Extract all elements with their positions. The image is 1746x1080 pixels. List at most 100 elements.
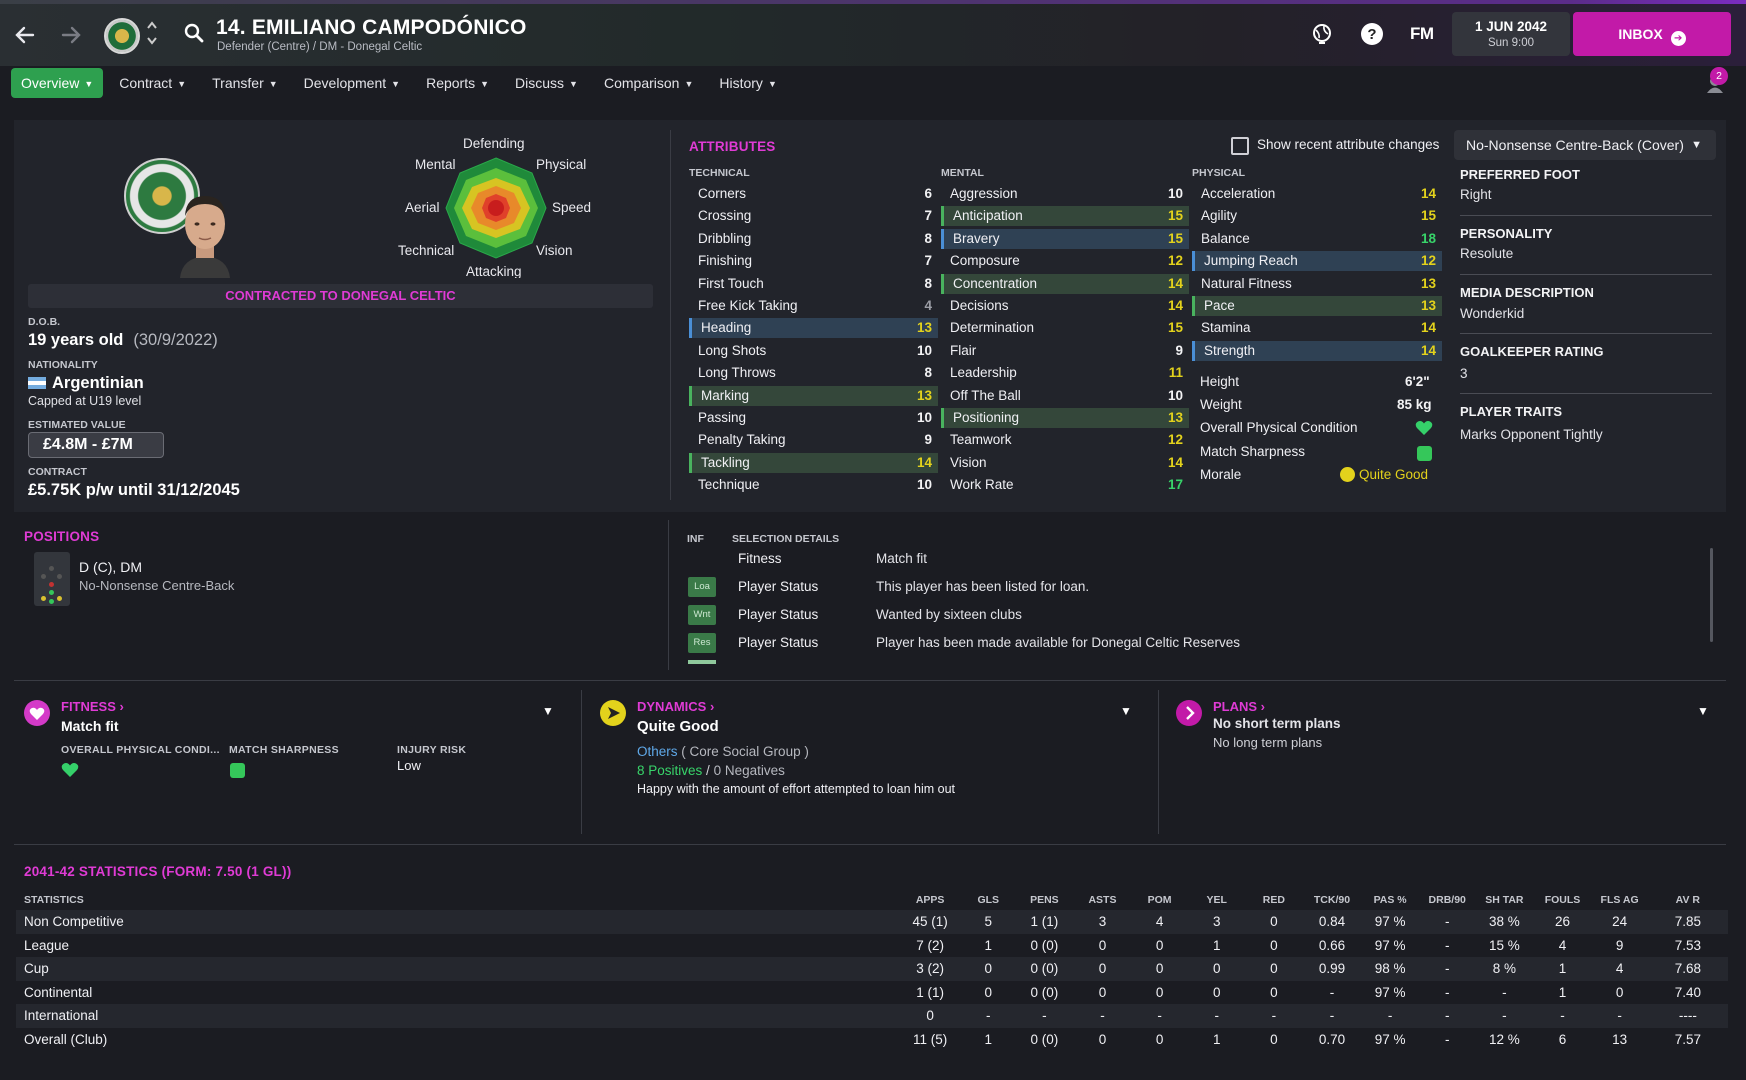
attribute-row-tackling[interactable]: Tackling 14 xyxy=(689,452,938,473)
fm-logo[interactable]: FM xyxy=(1410,24,1434,44)
statistics-title[interactable]: 2041-42 STATISTICS (FORM: 7.50 (1 GL)) xyxy=(24,864,291,879)
search-icon[interactable] xyxy=(183,22,205,44)
table-row[interactable]: League 7 (2) 1 0 (0) 0 0 1 0 0.66 97 % - 15 % 4 9 7.53 xyxy=(16,934,1728,958)
attribute-row-positioning[interactable]: Positioning 13 xyxy=(941,408,1189,428)
fitness-card-title[interactable]: FITNESS › xyxy=(61,699,124,714)
tab-overview[interactable]: Overview ▼ xyxy=(11,68,104,98)
tab-comparison[interactable]: Comparison ▼ xyxy=(594,68,703,98)
attribute-row-off-the-ball[interactable]: Off The Ball 10 xyxy=(941,386,1189,406)
attribute-row-vision[interactable]: Vision 14 xyxy=(941,453,1189,473)
stats-column-header[interactable]: AV R xyxy=(1648,890,1728,910)
selection-scrollbar[interactable] xyxy=(1710,548,1713,642)
attribute-row-penalty-taking[interactable]: Penalty Taking 9 xyxy=(689,430,938,450)
estimated-value[interactable]: £4.8M - £7M xyxy=(28,432,164,458)
stats-column-header[interactable]: TCK/90 xyxy=(1303,890,1361,910)
stats-column-header[interactable]: FLS AG xyxy=(1592,890,1648,910)
attribute-row-teamwork[interactable]: Teamwork 12 xyxy=(941,430,1189,450)
tab-transfer[interactable]: Transfer ▼ xyxy=(202,68,288,98)
attribute-row-passing[interactable]: Passing 10 xyxy=(689,408,938,428)
tab-discuss[interactable]: Discuss ▼ xyxy=(505,68,588,98)
globe-icon[interactable] xyxy=(1310,22,1334,46)
stats-column-header[interactable]: FOULS xyxy=(1533,890,1591,910)
stats-column-header[interactable]: GLS xyxy=(962,890,1014,910)
forward-arrow-icon[interactable] xyxy=(58,22,84,48)
attribute-row-jumping-reach[interactable]: Jumping Reach 12 xyxy=(1192,251,1442,272)
stats-column-header[interactable]: PAS % xyxy=(1361,890,1419,910)
tab-history[interactable]: History ▼ xyxy=(709,68,786,98)
attribute-row-work-rate[interactable]: Work Rate 17 xyxy=(941,475,1189,495)
attribute-row-leadership[interactable]: Leadership 11 xyxy=(941,363,1189,383)
stats-column-header[interactable]: APPS xyxy=(898,890,962,910)
plans-card-title[interactable]: PLANS › xyxy=(1213,699,1265,714)
attribute-row-concentration[interactable]: Concentration 14 xyxy=(941,273,1189,294)
help-icon[interactable]: ? xyxy=(1360,22,1384,46)
attribute-row-dribbling[interactable]: Dribbling 8 xyxy=(689,229,938,249)
stats-column-header[interactable]: SH TAR xyxy=(1475,890,1533,910)
personality-value[interactable]: Resolute xyxy=(1460,246,1513,261)
stats-cell: ---- xyxy=(1647,1004,1728,1028)
attribute-row-crossing[interactable]: Crossing 7 xyxy=(689,206,938,226)
attribute-row-long-shots[interactable]: Long Shots 10 xyxy=(689,341,938,361)
attribute-row-marking[interactable]: Marking 13 xyxy=(689,385,938,406)
date-box[interactable]: 1 JUN 2042 Sun 9:00 xyxy=(1452,12,1570,56)
stats-column-header[interactable]: POM xyxy=(1131,890,1189,910)
player-switch-arrows-icon[interactable] xyxy=(146,20,158,48)
attribute-row-stamina[interactable]: Stamina 14 xyxy=(1192,318,1442,338)
table-row[interactable]: Overall (Club) 11 (5) 1 0 (0) 0 0 1 0 0.70 97 % - 1… xyxy=(16,1028,1728,1052)
chevron-down-icon[interactable]: ▼ xyxy=(1120,704,1132,718)
chevron-down-icon[interactable]: ▼ xyxy=(1697,704,1709,718)
attribute-row-strength[interactable]: Strength 14 xyxy=(1192,340,1442,361)
attribute-row-anticipation[interactable]: Anticipation 15 xyxy=(941,206,1189,227)
attribute-row-composure[interactable]: Composure 12 xyxy=(941,251,1189,271)
chevron-down-icon: ▼ xyxy=(480,79,490,89)
attribute-row-agility[interactable]: Agility 15 xyxy=(1192,206,1442,226)
attribute-row-acceleration[interactable]: Acceleration 14 xyxy=(1192,184,1442,204)
attribute-row-first-touch[interactable]: First Touch 8 xyxy=(689,274,938,294)
inbox-button[interactable]: INBOX ➔ xyxy=(1573,12,1731,56)
role-select-dropdown[interactable]: No-Nonsense Centre-Back (Cover) ▼ xyxy=(1454,130,1716,160)
attribute-row-long-throws[interactable]: Long Throws 8 xyxy=(689,363,938,383)
table-row[interactable]: Non Competitive 45 (1) 5 1 (1) 3 4 3 0 0.84 97 % -… xyxy=(16,910,1728,934)
selection-row[interactable]: Wnt Player Status Wanted by sixteen clubs xyxy=(686,602,1706,628)
social-group-link[interactable]: Others xyxy=(637,744,678,759)
attribute-row-heading[interactable]: Heading 13 xyxy=(689,318,938,339)
table-row[interactable]: International 0- - - - - - - - - - - - ---- xyxy=(16,1004,1728,1028)
stats-cell: 0.84 xyxy=(1302,910,1362,934)
back-arrow-icon[interactable] xyxy=(12,22,38,48)
attribute-row-decisions[interactable]: Decisions 14 xyxy=(941,296,1189,316)
attribute-row-technique[interactable]: Technique 10 xyxy=(689,475,938,495)
attribute-row-determination[interactable]: Determination 15 xyxy=(941,318,1189,338)
chevron-down-icon[interactable]: ▼ xyxy=(542,704,554,718)
tab-contract[interactable]: Contract ▼ xyxy=(109,68,196,98)
attribute-row-pace[interactable]: Pace 13 xyxy=(1192,296,1442,316)
attribute-row-natural-fitness[interactable]: Natural Fitness 13 xyxy=(1192,274,1442,294)
show-recent-checkbox[interactable] xyxy=(1231,137,1249,155)
club-badge-icon[interactable] xyxy=(104,18,140,54)
selection-row[interactable]: Loa Player Status This player has been lis… xyxy=(686,574,1706,600)
table-row[interactable]: Cup 3 (2) 0 0 (0) 0 0 0 0 0.99 98 % -8 % 1 4 7.68 xyxy=(16,957,1728,981)
stats-column-header[interactable]: DRB/90 xyxy=(1419,890,1475,910)
tab-reports[interactable]: Reports ▼ xyxy=(416,68,499,98)
selection-row[interactable]: Res Player Status Player has been made ava… xyxy=(686,630,1706,656)
stats-cell: 0 xyxy=(1098,937,1107,953)
attribute-row-finishing[interactable]: Finishing 7 xyxy=(689,251,938,271)
attribute-row-flair[interactable]: Flair 9 xyxy=(941,341,1189,361)
position-pitch-icon[interactable] xyxy=(34,552,70,606)
attribute-row-aggression[interactable]: Aggression 10 xyxy=(941,184,1189,204)
stats-column-header[interactable]: STATISTICS xyxy=(16,890,898,910)
dynamics-card-title[interactable]: DYNAMICS › xyxy=(637,699,714,714)
stats-column-header[interactable]: ASTS xyxy=(1074,890,1130,910)
nationality-value[interactable]: Argentinian xyxy=(28,374,144,393)
stats-column-header[interactable]: YEL xyxy=(1189,890,1245,910)
stats-column-header[interactable]: PENS xyxy=(1014,890,1074,910)
morale-value[interactable]: Quite Good xyxy=(1340,467,1428,482)
attribute-row-bravery[interactable]: Bravery 15 xyxy=(941,228,1189,249)
attribute-row-balance[interactable]: Balance 18 xyxy=(1192,229,1442,249)
table-row[interactable]: Continental 1 (1) 0 0 (0) 0 0 0 0 - 97 % - - 1 0 7.40 xyxy=(16,981,1728,1005)
tab-development[interactable]: Development ▼ xyxy=(294,68,410,98)
attribute-row-free-kick-taking[interactable]: Free Kick Taking 4 xyxy=(689,296,938,316)
show-recent-label[interactable]: Show recent attribute changes xyxy=(1257,137,1439,152)
stats-column-header[interactable]: RED xyxy=(1245,890,1303,910)
selection-row[interactable]: Fitness Match fit xyxy=(686,546,1706,572)
attribute-row-corners[interactable]: Corners 6 xyxy=(689,184,938,204)
